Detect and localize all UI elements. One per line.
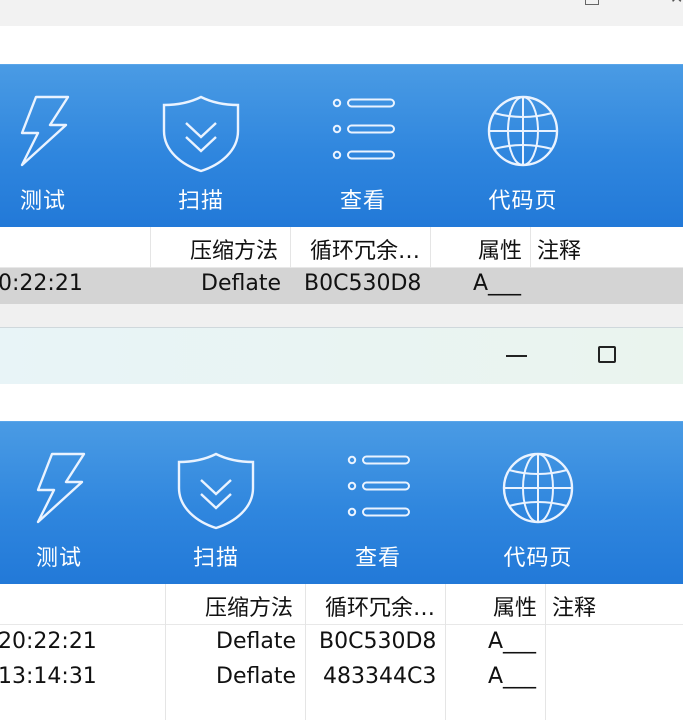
column-header-method[interactable]: 压缩方法: [190, 233, 278, 265]
list-icon: [332, 98, 395, 160]
cell-attr: A___: [473, 271, 522, 296]
minimize-icon[interactable]: [506, 355, 527, 357]
column-header-attr[interactable]: 属性: [478, 233, 522, 265]
maximize-button-top[interactable]: [585, 0, 599, 5]
lightning-icon: [36, 452, 86, 524]
column-header-comment[interactable]: 注释: [552, 590, 596, 622]
list-header-1: 压缩方法 循环冗余… 属性 注释: [0, 227, 683, 327]
column-header-method[interactable]: 压缩方法: [205, 590, 293, 622]
window-titlebar-top: [0, 0, 683, 26]
scan-button[interactable]: 扫描: [158, 65, 244, 227]
list-header-2: 压缩方法 循环冗余… 属性 注释: [0, 584, 683, 720]
view-button[interactable]: 查看: [320, 65, 406, 227]
cell-attr: A___: [488, 629, 537, 654]
column-header-comment[interactable]: 注释: [537, 233, 581, 265]
maximize-icon[interactable]: [598, 346, 616, 363]
cell-method: Deflate: [201, 271, 281, 296]
lightning-icon: [20, 95, 70, 167]
toolbar-label: 扫描: [192, 546, 239, 571]
window-titlebar-2: [0, 327, 683, 384]
toolbar-label: 查看: [339, 189, 386, 214]
close-icon[interactable]: ✕: [670, 0, 683, 6]
test-button[interactable]: 测试: [0, 65, 86, 227]
toolbar-label: 扫描: [177, 189, 224, 214]
cell-crc: B0C530D8: [304, 271, 422, 296]
table-row[interactable]: 13:14:31 Deflate 483344C3 A___: [0, 662, 683, 698]
titlebar-spacer: [0, 26, 683, 64]
test-button[interactable]: 测试: [16, 422, 102, 584]
cell-time: 13:14:31: [0, 664, 97, 689]
cell-method: Deflate: [216, 629, 296, 654]
table-row[interactable]: 0:22:21 Deflate B0C530D8 A___: [0, 268, 683, 304]
scan-button[interactable]: 扫描: [173, 422, 259, 584]
table-row-empty: [0, 304, 683, 328]
cell-time: 0:22:21: [0, 271, 83, 296]
toolbar-label: 代码页: [503, 546, 573, 571]
toolbar-label: 测试: [19, 189, 66, 214]
column-header-attr[interactable]: 属性: [493, 590, 537, 622]
cell-attr: A___: [488, 664, 537, 689]
cell-time: 20:22:21: [0, 629, 97, 654]
toolbar-label: 测试: [35, 546, 82, 571]
column-header-crc[interactable]: 循环冗余…: [325, 590, 435, 622]
toolbar-label: 代码页: [488, 189, 558, 214]
toolbar-2: 测试 扫描 查看 代码页: [0, 421, 683, 584]
toolbar-1: 测试 扫描 查看 代码页: [0, 64, 683, 227]
globe-icon: [487, 95, 559, 167]
codepage-button[interactable]: 代码页: [480, 65, 566, 227]
codepage-button[interactable]: 代码页: [495, 422, 581, 584]
shield-icon: [177, 452, 255, 530]
cell-method: Deflate: [216, 664, 296, 689]
toolbar-label: 查看: [354, 546, 401, 571]
table-row[interactable]: 20:22:21 Deflate B0C530D8 A___: [0, 626, 683, 662]
globe-icon: [502, 452, 574, 524]
list-icon: [347, 455, 410, 517]
cell-crc: B0C530D8: [319, 629, 437, 654]
shield-icon: [162, 95, 240, 173]
column-header-crc[interactable]: 循环冗余…: [310, 233, 420, 265]
cell-crc: 483344C3: [323, 664, 437, 689]
view-button[interactable]: 查看: [335, 422, 421, 584]
